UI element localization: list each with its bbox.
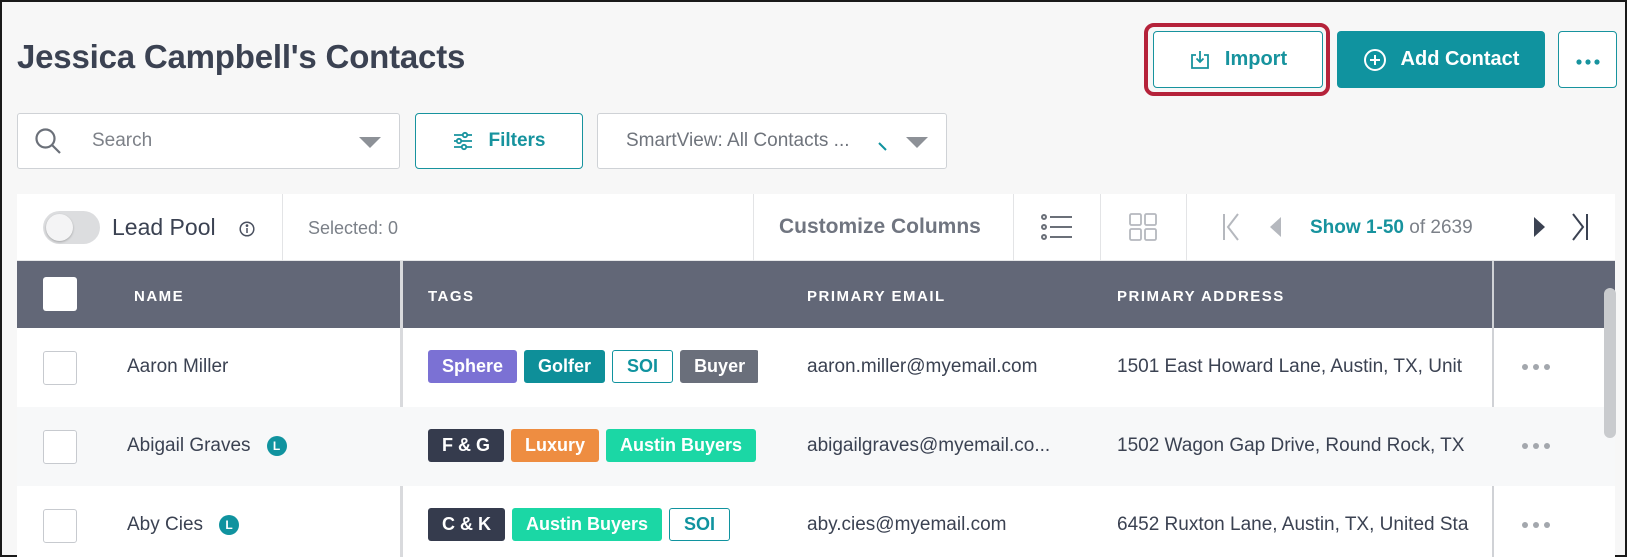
plus-circle-icon [1363,48,1387,72]
toolbar-divider [753,194,754,261]
more-options-button[interactable] [1558,31,1617,88]
search-input[interactable] [92,130,342,152]
chevron-down-icon[interactable] [906,137,928,148]
filters-label: Filters [488,130,546,151]
grid-view-icon[interactable] [1129,213,1157,246]
ellipsis-icon [1522,443,1550,449]
filters-button[interactable]: Filters [415,113,583,169]
sliders-icon [452,131,474,151]
contact-name[interactable]: Abigail Graves L [127,435,287,457]
import-label: Import [1224,48,1288,70]
info-icon[interactable] [239,221,255,242]
contact-name-text[interactable]: Aaron Miller [127,356,228,378]
tag-badge[interactable]: Golfer [524,350,606,383]
page-title: Jessica Campbell's Contacts [17,38,466,75]
contacts-table-card: Lead Pool Selected: 0 Customize Columns [17,194,1616,557]
row-checkbox[interactable] [43,430,77,464]
tag-list: F & G Luxury Austin Buyers [428,429,758,463]
column-header-name[interactable]: NAME [134,288,184,305]
add-contact-label: Add Contact [1400,48,1520,70]
contact-address: 6452 Ruxton Lane, Austin, TX, United Sta [1117,514,1469,535]
lead-pool-label: Lead Pool [112,214,216,240]
lead-badge: L [266,436,287,456]
tag-badge[interactable]: C & K [428,508,505,541]
customize-columns-button[interactable]: Customize Columns [779,215,981,239]
select-all-checkbox[interactable] [43,277,77,311]
next-page-icon[interactable] [1533,216,1547,243]
contact-name-text[interactable]: Abigail Graves [127,435,251,457]
loading-indicator-icon [877,136,889,151]
search-icon [34,127,62,155]
list-view-icon[interactable] [1041,214,1073,245]
search-box[interactable] [17,113,400,169]
table-toolbar: Lead Pool Selected: 0 Customize Columns [17,194,1615,261]
add-contact-button[interactable]: Add Contact [1337,31,1545,88]
lead-pool-toggle[interactable] [43,211,100,244]
tag-list: Sphere Golfer SOI Buyer [428,350,758,384]
previous-page-icon[interactable] [1268,216,1282,243]
toolbar-divider [1186,194,1187,261]
column-header-primary-email[interactable]: PRIMARY EMAIL [807,288,946,305]
toggle-knob [46,214,73,241]
table-header: NAME TAGS PRIMARY EMAIL PRIMARY ADDRESS [17,261,1615,328]
table-row[interactable]: Abigail Graves L F & G Luxury Austin Buyers a… [17,407,1615,486]
toolbar-divider [1100,194,1101,261]
app-frame: Jessica Campbell's Contacts Import Add C… [0,0,1627,557]
row-actions-button[interactable] [1521,350,1551,378]
last-page-icon[interactable] [1570,212,1590,247]
contact-name[interactable]: Aby Cies L [127,514,240,536]
contact-address: 1501 East Howard Lane, Austin, TX, Unit [1117,356,1463,377]
row-checkbox[interactable] [43,351,77,385]
first-page-icon[interactable] [1221,212,1241,247]
smartview-select[interactable]: SmartView: All Contacts ... [597,113,947,169]
contact-name-text[interactable]: Aby Cies [127,514,203,536]
selected-count: Selected: 0 [308,218,399,238]
table-row[interactable]: Aaron Miller Sphere Golfer SOI Buyer aaron.mi… [17,328,1615,407]
tag-badge[interactable]: Austin Buyers [512,508,663,541]
contact-email[interactable]: abigailgraves@myemail.co... [807,435,1050,457]
chevron-down-icon[interactable] [359,137,381,148]
row-actions-button[interactable] [1521,429,1551,457]
tag-badge[interactable]: Sphere [428,350,518,383]
table-row[interactable]: Aby Cies L C & K Austin Buyers SOI aby.cies@m… [17,486,1615,557]
pagination-range: Show 1-50 [1310,217,1404,238]
tag-list: C & K Austin Buyers SOI [428,508,758,542]
column-header-tags[interactable]: TAGS [428,288,475,305]
column-header-primary-address[interactable]: PRIMARY ADDRESS [1117,288,1285,305]
lead-badge: L [219,515,240,535]
toolbar-divider [1013,194,1014,261]
contact-address: 1502 Wagon Gap Drive, Round Rock, TX [1117,435,1465,456]
contact-name[interactable]: Aaron Miller [127,356,228,378]
contact-email[interactable]: aaron.miller@myemail.com [807,356,1037,378]
row-checkbox[interactable] [43,509,77,543]
smartview-label: SmartView: All Contacts ... [626,130,850,151]
row-actions-button[interactable] [1521,508,1551,536]
tag-badge[interactable]: Luxury [511,429,600,462]
ellipsis-icon [1522,522,1550,528]
toolbar-divider [282,194,283,261]
ellipsis-icon [1575,48,1600,71]
tag-badge[interactable]: Austin Buyers [606,429,757,462]
tag-badge[interactable]: SOI [612,350,674,383]
import-icon [1189,49,1211,71]
pagination-status: Show 1-50 of 2639 [1310,217,1473,239]
pagination-total: of 2639 [1409,217,1473,238]
vertical-scrollbar[interactable] [1604,288,1616,438]
ellipsis-icon [1522,364,1550,370]
tag-badge[interactable]: F & G [428,429,504,462]
tag-badge[interactable]: SOI [669,508,731,541]
tag-badge[interactable]: Buyer [680,350,758,383]
import-button[interactable]: Import [1153,31,1323,88]
contact-email[interactable]: aby.cies@myemail.com [807,514,1006,536]
